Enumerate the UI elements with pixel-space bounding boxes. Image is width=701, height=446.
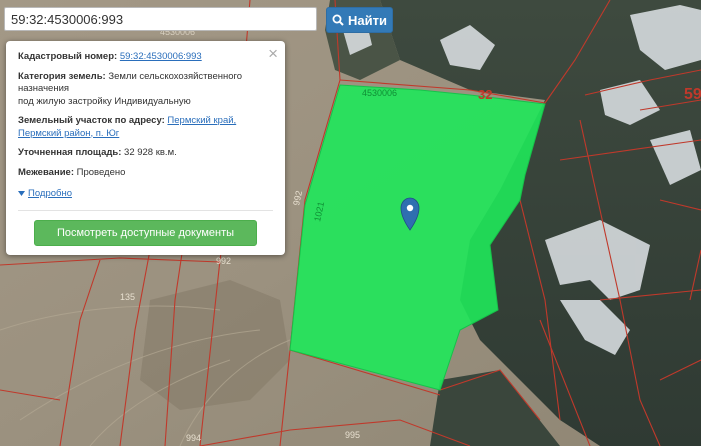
details-link[interactable]: Подробно [18,188,72,201]
address-link-line2[interactable]: Пермский район, п. Юг [18,128,119,139]
land-category-label: Категория земель: [18,70,106,82]
search-input[interactable]: 59:32:4530006:993 [4,7,317,31]
area-label: Уточненная площадь: [18,147,122,158]
survey-value: Проведено [76,166,126,178]
search-icon [332,14,344,26]
search-button[interactable]: Найти [326,7,393,33]
label-32: 32 [478,87,492,102]
details-link-label: Подробно [28,188,72,199]
address-row: Земельный участок по адресу: Пермский кр… [18,115,273,140]
label-995: 995 [345,430,360,440]
area-row: Уточненная площадь: 32 928 кв.м. [18,147,273,160]
popup-divider [18,209,273,211]
view-documents-button[interactable]: Посмотреть доступные документы [34,219,257,246]
cadastral-number-row: Кадастровый номер: 59:32:4530006:993 [18,51,273,64]
label-parcel-top: 4530006 [362,88,397,98]
cadastral-number-label: Кадастровый номер: [18,51,118,62]
survey-label: Межевание: [18,166,74,178]
label-59: 59 [684,86,701,103]
land-category-value-line2: назначения [18,83,70,94]
survey-row: Межевание: Проведено [18,167,273,180]
parcel-info-popup: × Кадастровый номер: 59:32:4530006:993 К… [6,41,285,255]
caret-down-icon [18,191,25,197]
land-category-row: Категория земель: Земли сельскохозяйстве… [18,71,273,109]
search-bar: 59:32:4530006:993 Найти [4,7,393,33]
label-994: 994 [186,433,201,443]
area-value: 32 928 кв.м. [124,147,177,158]
land-category-value-line3: под жилую застройку Индивидуальную [18,95,191,107]
label-135: 135 [120,292,135,302]
close-icon[interactable]: × [268,45,278,62]
land-category-value: Земли сельскохозяйственного [108,70,243,82]
search-button-label: Найти [348,12,387,28]
cadastral-number-link[interactable]: 59:32:4530006:993 [120,51,202,62]
label-992b: 992 [216,256,231,266]
address-label: Земельный участок по адресу: [18,115,165,126]
address-link[interactable]: Пермский край, [167,115,236,126]
